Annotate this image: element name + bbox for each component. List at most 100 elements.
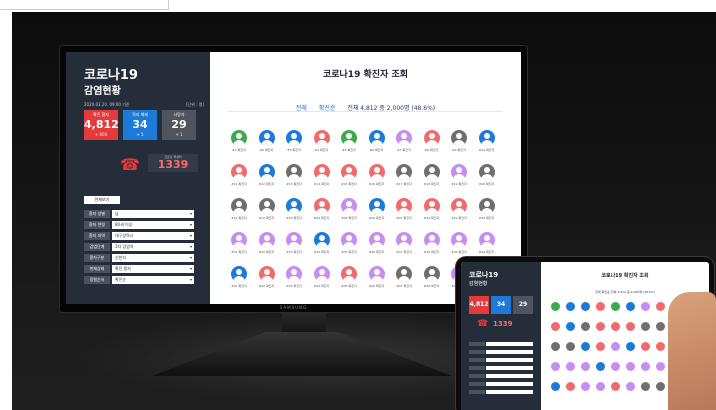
- stat-delta: + 1: [175, 132, 183, 137]
- patient-card[interactable]: #27 확진자: [393, 198, 415, 226]
- tablet-tab-sort[interactable]: 확진순: [602, 290, 610, 294]
- person-icon: [313, 266, 330, 282]
- patient-label: #9 확진자: [452, 148, 466, 152]
- patient-card[interactable]: #11 확진자: [228, 164, 250, 192]
- person-icon: [451, 232, 467, 248]
- tablet-filter-row[interactable]: [469, 358, 533, 362]
- patient-card[interactable]: #45 확진자: [338, 266, 360, 294]
- tablet-filter-row[interactable]: [469, 350, 533, 354]
- patient-label: #30 확진자: [478, 216, 495, 220]
- person-icon: [423, 266, 440, 282]
- patient-card[interactable]: #38 확진자: [421, 232, 443, 260]
- filter-region[interactable]: 환자 지역 대구광역시 ▾: [84, 232, 194, 240]
- filter-stage[interactable]: 감염단계 3차 감염자 ▾: [84, 243, 194, 251]
- patient-card[interactable]: #26 확진자: [366, 198, 388, 226]
- patient-card[interactable]: #30 확진자: [476, 198, 498, 226]
- patient-card[interactable]: #36 확진자: [366, 232, 388, 260]
- filter-select[interactable]: 확진순: [112, 276, 194, 284]
- patient-card[interactable]: #8 확진자: [421, 130, 443, 158]
- tablet-filter-row[interactable]: [469, 374, 533, 378]
- person-icon: [581, 302, 590, 311]
- filter-select[interactable]: 남: [112, 210, 194, 218]
- patient-card[interactable]: #7 확진자: [393, 130, 415, 158]
- patient-card[interactable]: #40 확진자: [476, 232, 498, 260]
- patient-card[interactable]: #31 확진자: [228, 232, 250, 260]
- patient-card[interactable]: #47 확진자: [393, 266, 415, 294]
- patient-card[interactable]: #3 확진자: [283, 130, 305, 158]
- person-icon: [596, 342, 605, 351]
- patient-card[interactable]: #5 확진자: [338, 130, 360, 158]
- patient-label: #47 확진자: [396, 284, 412, 288]
- patient-card[interactable]: #22 확진자: [256, 198, 278, 226]
- patient-card[interactable]: #12 확진자: [256, 164, 278, 192]
- product-scene: 코로나19 감염현황 2020.03.20. 09:00 기준 [단위 : 명]…: [12, 12, 716, 410]
- patient-card[interactable]: #4 확진자: [311, 130, 333, 158]
- patient-card[interactable]: #10 확진자: [476, 130, 498, 158]
- person-icon: [611, 362, 620, 371]
- patient-card[interactable]: #28 확진자: [421, 198, 443, 226]
- patient-card[interactable]: #16 확진자: [366, 164, 388, 192]
- patient-label: #28 확진자: [423, 216, 440, 220]
- filter-status[interactable]: 현재상태 확진 환자 ▾: [84, 265, 194, 273]
- patient-card[interactable]: #25 확진자: [338, 198, 360, 226]
- patient-card[interactable]: #13 확진자: [283, 164, 305, 192]
- patient-card[interactable]: #1 확진자: [228, 130, 250, 158]
- patient-card[interactable]: #32 확진자: [256, 232, 278, 260]
- filter-select[interactable]: 신천지: [112, 254, 194, 262]
- filter-select[interactable]: 80세 이상: [112, 221, 194, 229]
- patient-label: #16 확진자: [368, 182, 385, 186]
- filter-age[interactable]: 환자 연령 80세 이상 ▾: [84, 221, 194, 229]
- filter-label: 환자 성별: [84, 210, 110, 218]
- monitor-neck: [282, 312, 326, 334]
- patient-card[interactable]: #42 확진자: [256, 266, 278, 294]
- person-icon: [566, 342, 575, 351]
- filter-gender[interactable]: 환자 성별 남 ▾: [84, 210, 194, 218]
- patient-card[interactable]: #20 확진자: [476, 164, 498, 192]
- filter-select[interactable]: 3차 감염자: [112, 243, 194, 251]
- patient-card[interactable]: #48 확진자: [421, 266, 443, 294]
- tablet-filter-row[interactable]: [469, 342, 533, 346]
- panel-title: 코로나19: [84, 68, 138, 83]
- filter-sort[interactable]: 정렬순서 확진순 ▾: [84, 276, 194, 284]
- filter-type[interactable]: 환자구분 신천지 ▾: [84, 254, 194, 262]
- patient-card[interactable]: #14 확진자: [311, 164, 333, 192]
- patient-card[interactable]: #17 확진자: [393, 164, 415, 192]
- person-icon: [626, 382, 635, 391]
- tablet-tab-all[interactable]: 전체: [595, 290, 601, 294]
- patient-label: #46 확진자: [368, 284, 385, 288]
- person-icon: [596, 362, 605, 371]
- patient-card[interactable]: #6 확진자: [366, 130, 388, 158]
- filter-select[interactable]: 확진 환자: [112, 265, 194, 273]
- person-icon: [656, 322, 665, 331]
- patient-card[interactable]: #23 확진자: [283, 198, 305, 226]
- patient-label: #37 확진자: [396, 250, 412, 254]
- filter-select[interactable]: 대구광역시: [112, 232, 194, 240]
- patient-card[interactable]: #41 확진자: [228, 266, 250, 294]
- patient-label: #5 확진자: [342, 148, 356, 152]
- patient-label: #1 확진자: [232, 148, 246, 152]
- unit-label: [단위 : 명]: [186, 102, 205, 107]
- tablet-filter-row[interactable]: [469, 366, 533, 370]
- patient-card[interactable]: #18 확진자: [421, 164, 443, 192]
- patient-card[interactable]: #43 확진자: [283, 266, 305, 294]
- patient-card[interactable]: #39 확진자: [448, 232, 470, 260]
- patient-label: #25 확진자: [341, 216, 357, 220]
- patient-card[interactable]: #19 확진자: [448, 164, 470, 192]
- patient-card[interactable]: #29 확진자: [448, 198, 470, 226]
- patient-card[interactable]: #21 확진자: [228, 198, 250, 226]
- patient-card[interactable]: #33 확진자: [283, 232, 305, 260]
- patient-card[interactable]: #2 확진자: [256, 130, 278, 158]
- patient-card[interactable]: #44 확진자: [311, 266, 333, 294]
- patient-card[interactable]: #46 확진자: [366, 266, 388, 294]
- patient-card[interactable]: #37 확진자: [393, 232, 415, 260]
- tablet-filter-row[interactable]: [469, 390, 533, 394]
- person-icon: [656, 342, 665, 351]
- patient-card[interactable]: #34 확진자: [311, 232, 333, 260]
- view-all-button[interactable]: 전체보기: [84, 196, 120, 204]
- patient-card[interactable]: #24 확진자: [311, 198, 333, 226]
- tablet-filter-row[interactable]: [469, 382, 533, 386]
- patient-card[interactable]: #35 확진자: [338, 232, 360, 260]
- patient-card[interactable]: #9 확진자: [448, 130, 470, 158]
- patient-label: #48 확진자: [423, 284, 440, 288]
- patient-card[interactable]: #15 확진자: [338, 164, 360, 192]
